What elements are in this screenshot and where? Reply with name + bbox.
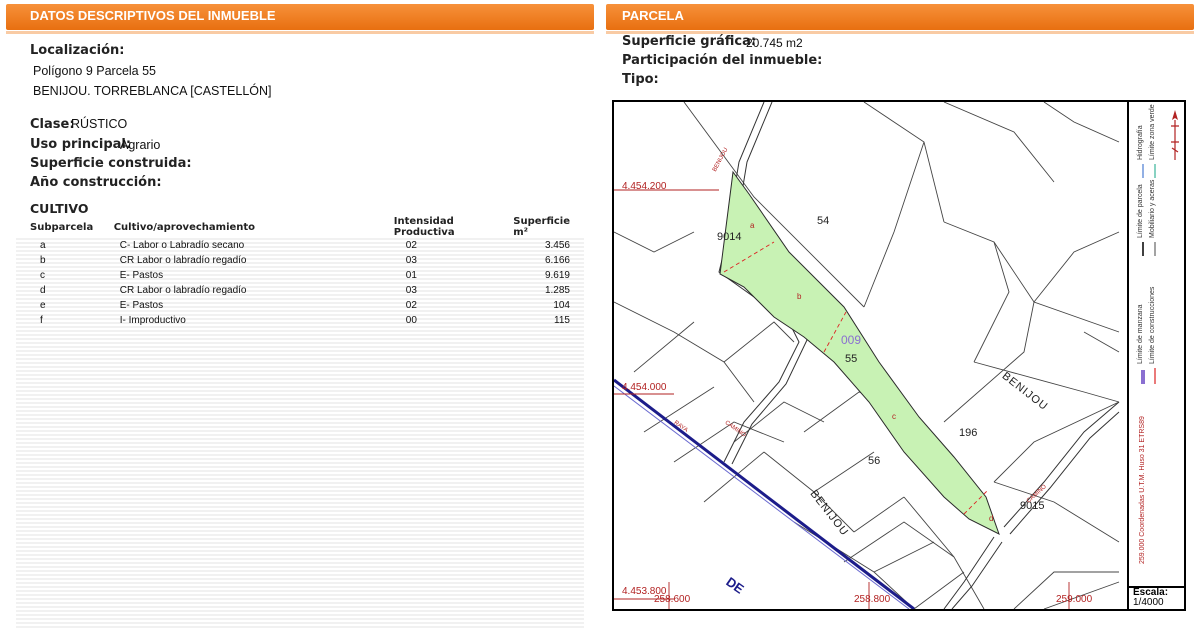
cell-subparcela: d	[40, 285, 46, 296]
parcel-number-54: 54	[817, 215, 830, 227]
cultivo-title: CULTIVO	[30, 201, 89, 216]
localizacion-line1: Polígono 9 Parcela 55	[33, 64, 157, 78]
subparcel-letter-a: a	[750, 221, 755, 230]
clase-label: Clase:	[30, 117, 75, 132]
boundary-line	[614, 378, 915, 609]
clase-value: RÚSTICO	[71, 117, 128, 131]
cell-cultivo: C- Labor o Labradío secano	[119, 240, 245, 251]
table-row: c E- Pastos 01 9.619	[16, 268, 584, 283]
legend-coordinates-note: 259.000 Coordenadas U.T.M. Huso 31 ETRS8…	[1139, 416, 1146, 564]
coord-y-top: 4.454.200	[622, 181, 667, 192]
cell-intensidad: 01	[405, 270, 417, 281]
table-row: d CR Labor o labradío regadío 03 1.285	[16, 283, 584, 298]
parcel-number-56: 56	[868, 455, 881, 467]
parcel-highlight-number: 009	[841, 333, 862, 347]
parcel-number-9014: 9014	[717, 231, 742, 243]
cell-superficie: 1.285	[544, 285, 570, 296]
cell-cultivo: CR Labor o labradío regadío	[119, 285, 247, 296]
cell-intensidad: 02	[405, 300, 417, 311]
superficie-grafica-label: Superficie gráfica:	[622, 34, 757, 49]
superficie-grafica-value: 20.745 m2	[746, 36, 803, 50]
cell-intensidad: 03	[405, 285, 417, 296]
table-row: a C- Labor o Labradío secano 02 3.456	[16, 238, 584, 253]
north-arrow-icon	[1171, 110, 1179, 160]
coord-x-left: 258.600	[654, 594, 691, 605]
parcel-number-55: 55	[845, 353, 858, 365]
map-drawing	[614, 102, 1120, 609]
cadastral-map: 4.454.200 4.454.000 4.453.800 258.600 25…	[612, 100, 1186, 611]
cultivo-table-container: Subparcela Cultivo/aprovechamiento Inten…	[16, 216, 584, 628]
column-header-subparcela: Subparcela	[16, 216, 100, 238]
localizacion-label: Localización:	[30, 43, 125, 58]
uso-value: Agrario	[120, 138, 161, 152]
cell-subparcela: e	[40, 300, 46, 311]
cell-intensidad: 00	[405, 315, 417, 326]
localizacion-line2: BENIJOU. TORREBLANCA [CASTELLÓN]	[33, 84, 272, 98]
cell-intensidad: 03	[405, 255, 417, 266]
cell-intensidad: 02	[405, 240, 417, 251]
legend-limite-parcela: Límite de parcela	[1137, 184, 1144, 238]
superficie-construida-label: Superficie construida:	[30, 156, 192, 171]
participacion-label: Participación del inmueble:	[622, 53, 823, 68]
cell-subparcela: f	[40, 315, 43, 326]
section-header-parcela: PARCELA	[606, 4, 1194, 34]
cell-superficie: 9.619	[544, 270, 570, 281]
table-row: e E- Pastos 02 104	[16, 298, 584, 313]
cell-cultivo: CR Labor o labradío regadío	[119, 255, 247, 266]
cultivo-table: Subparcela Cultivo/aprovechamiento Inten…	[16, 216, 584, 328]
scale-box: Escala: 1/4000	[1127, 586, 1184, 609]
legend-mobiliario-aceras: Mobiliario y aceras	[1149, 179, 1156, 238]
column-header-cultivo: Cultivo/aprovechamiento	[99, 216, 394, 238]
cell-superficie: 6.166	[544, 255, 570, 266]
cell-subparcela: a	[40, 240, 46, 251]
subparcel-letter-c: c	[892, 412, 896, 421]
ano-construccion-label: Año construcción:	[30, 175, 162, 190]
subparcel-letter-b: b	[797, 292, 802, 301]
table-header-row: Subparcela Cultivo/aprovechamiento Inten…	[16, 216, 584, 238]
coord-x-mid: 258.800	[854, 594, 891, 605]
map-legend: Límite de manzana Límite de parcela Hidr…	[1127, 102, 1186, 609]
coord-x-right: 259.000	[1056, 594, 1093, 605]
table-row: f I- Improductivo 00 115	[16, 313, 584, 328]
cell-cultivo: I- Improductivo	[119, 315, 186, 326]
section-header-datos: DATOS DESCRIPTIVOS DEL INMUEBLE	[6, 4, 594, 34]
column-header-superficie: Superficie m²	[513, 216, 584, 238]
cell-subparcela: c	[40, 270, 45, 281]
cell-cultivo: E- Pastos	[119, 270, 164, 281]
scale-value: 1/4000	[1133, 597, 1164, 608]
subparcel-letter-d: d	[989, 514, 994, 523]
tipo-label: Tipo:	[622, 72, 659, 87]
legend-limite-manzana: Límite de manzana	[1137, 304, 1144, 364]
cell-superficie: 115	[554, 315, 570, 326]
cell-superficie: 3.456	[544, 240, 570, 251]
parcel-number-196: 196	[959, 427, 978, 439]
legend-hidrografia: Hidrografía	[1137, 125, 1144, 160]
parcel-55-polygon	[719, 170, 1000, 535]
legend-limite-construcciones: Límite de construcciones	[1149, 286, 1156, 364]
cell-superficie: 104	[553, 300, 570, 311]
cell-cultivo: E- Pastos	[119, 300, 164, 311]
coord-y-mid: 4.454.000	[622, 382, 667, 393]
table-row: b CR Labor o labradío regadío 03 6.166	[16, 253, 584, 268]
column-header-intensidad: Intensidad Productiva	[393, 216, 514, 238]
cell-subparcela: b	[40, 255, 46, 266]
uso-label: Uso principal:	[30, 137, 132, 152]
legend-limite-zona-verde: Límite zona verde	[1149, 104, 1156, 160]
